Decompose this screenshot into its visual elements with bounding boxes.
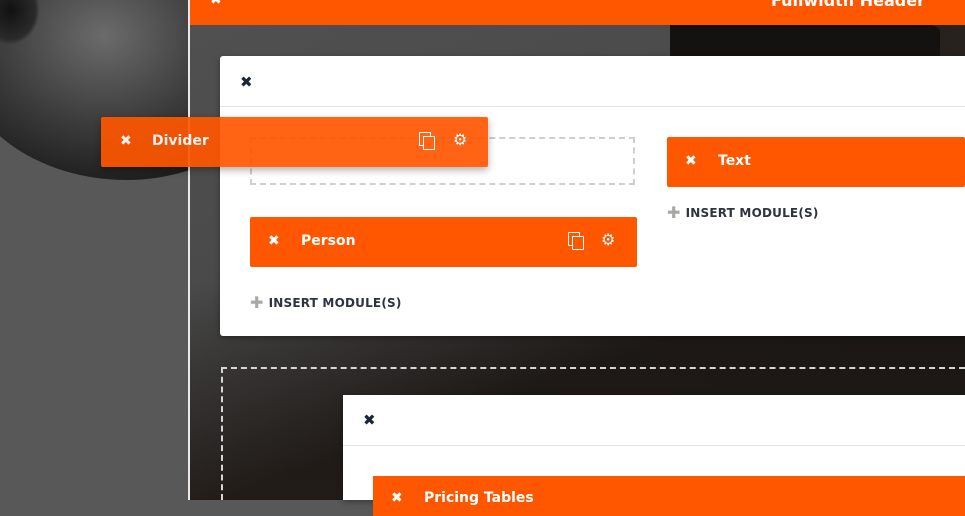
close-row-icon[interactable]: ✖ [363, 413, 376, 428]
gear-icon[interactable]: ⚙ [453, 130, 467, 149]
copy-icon[interactable] [568, 232, 584, 250]
dragged-module-divider[interactable]: ✖ Divider ⚙ [101, 117, 488, 167]
insert-module-button[interactable]: ✚ INSERT MODULE(S) [250, 292, 402, 312]
close-icon[interactable]: ✖ [120, 133, 132, 149]
insert-module-label: INSERT MODULE(S) [268, 296, 402, 310]
module-label: Pricing Tables [424, 490, 534, 506]
section-title: Fullwidth Header [770, 0, 925, 10]
row-container: ✖ ✖ Pricing Tables [343, 395, 965, 516]
close-icon[interactable]: ✖ [210, 0, 222, 8]
close-icon[interactable]: ✖ [391, 490, 403, 506]
fullwidth-section-header[interactable]: ✖ Fullwidth Header [190, 0, 965, 25]
plus-icon: ✚ [250, 293, 264, 312]
module-person[interactable]: ✖ Person ⚙ [250, 217, 637, 267]
close-icon[interactable]: ✖ [268, 233, 280, 249]
plus-icon: ✚ [667, 203, 681, 222]
module-label: Divider [152, 133, 209, 149]
row-header: ✖ [220, 56, 965, 107]
insert-module-label: INSERT MODULE(S) [685, 206, 819, 220]
module-pricing-tables[interactable]: ✖ Pricing Tables [373, 476, 965, 516]
copy-icon[interactable] [419, 132, 435, 150]
module-label: Text [718, 153, 751, 169]
row-header: ✖ [343, 395, 965, 446]
section-guide-line [188, 0, 190, 500]
module-label: Person [301, 233, 356, 249]
close-icon[interactable]: ✖ [685, 153, 697, 169]
row-container: ✖ ✖ Person ⚙ ✚ INSERT MODULE(S) ✖ Text ✚ I… [220, 56, 965, 336]
module-text[interactable]: ✖ Text [667, 137, 965, 187]
insert-module-button[interactable]: ✚ INSERT MODULE(S) [667, 202, 819, 222]
close-row-icon[interactable]: ✖ [240, 75, 253, 90]
gear-icon[interactable]: ⚙ [601, 230, 615, 249]
